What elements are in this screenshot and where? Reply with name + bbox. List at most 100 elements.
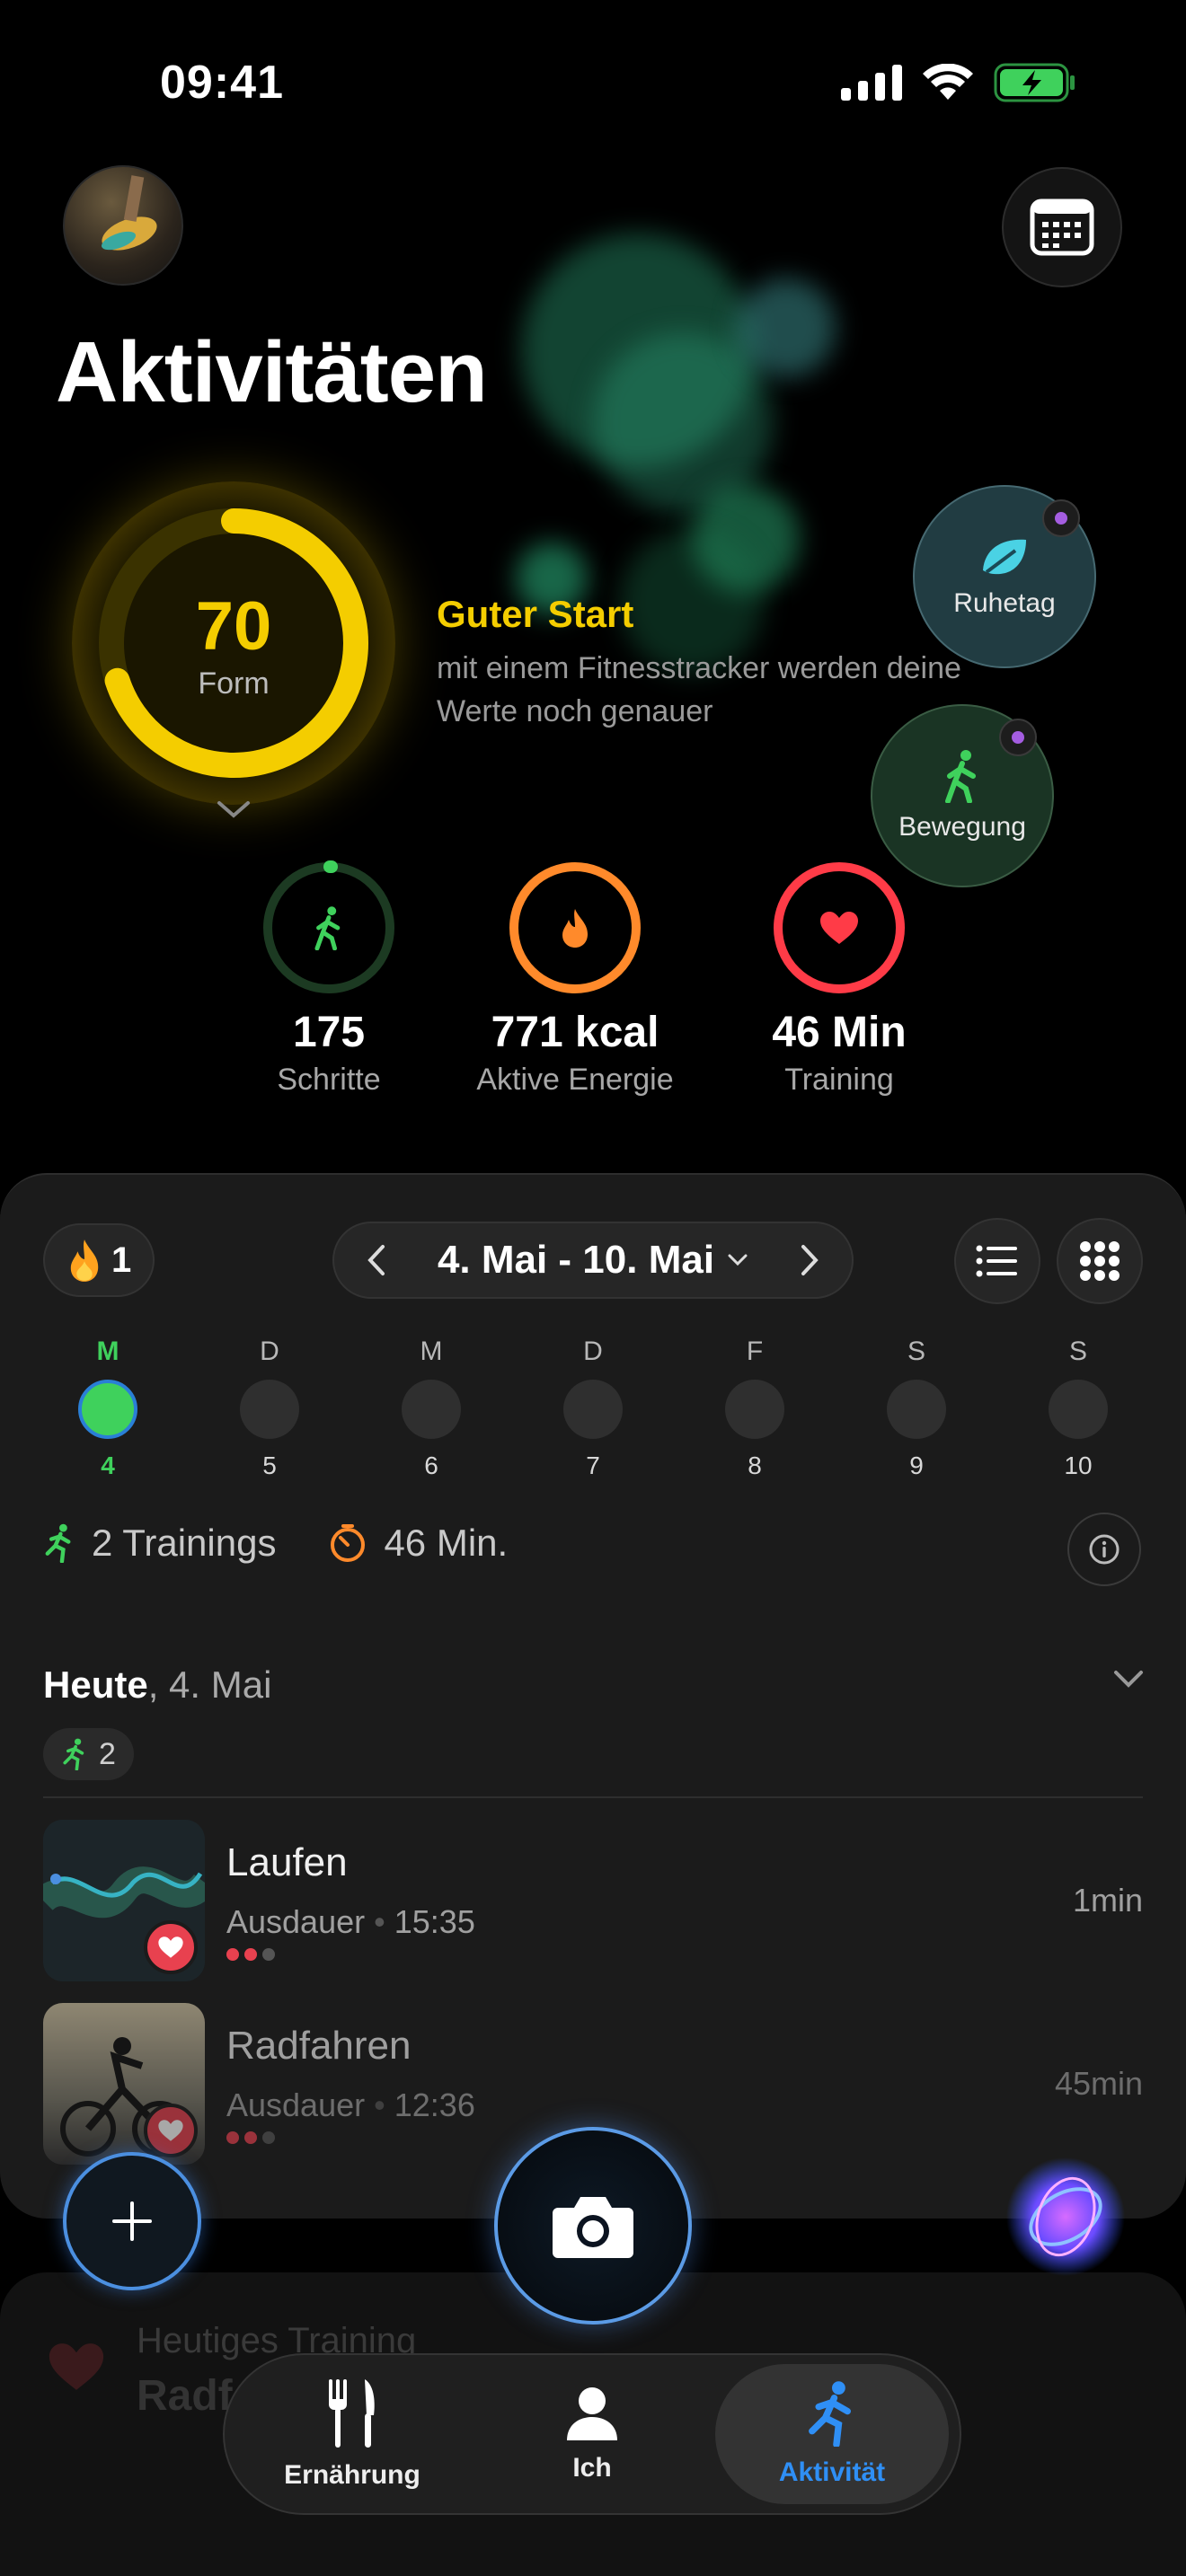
heart-icon	[820, 912, 858, 944]
tab-me-label: Ich	[572, 2453, 612, 2483]
day-letter: D	[583, 1337, 603, 1366]
flame-icon	[562, 909, 588, 948]
heart-icon	[49, 2343, 104, 2390]
timer-icon	[331, 1524, 366, 1562]
camera-icon	[553, 2197, 633, 2258]
day-item[interactable]: S 10	[1006, 1337, 1150, 1480]
day-number: 7	[586, 1451, 600, 1479]
chevron-down-icon[interactable]	[1112, 1669, 1145, 1690]
signal-icon	[841, 65, 902, 101]
tab-activity[interactable]: Aktivität	[715, 2364, 949, 2504]
date-range-label: 4. Mai - 10. Mai	[437, 1238, 715, 1282]
camera-button[interactable]	[494, 2127, 692, 2325]
minutes-total: 46 Min.	[384, 1522, 509, 1564]
plus-icon	[112, 2201, 152, 2241]
heart-badge	[144, 2104, 198, 2157]
day-item[interactable]: D5	[198, 1337, 341, 1480]
calendar-button[interactable]	[1002, 167, 1122, 287]
today-label: Heute	[43, 1663, 148, 1706]
tab-nutrition[interactable]: Ernährung	[235, 2364, 469, 2504]
day-number: 8	[748, 1451, 762, 1479]
tab-activity-label: Aktivität	[778, 2457, 886, 2487]
fork-knife-icon	[329, 2379, 375, 2448]
day-letter: F	[746, 1337, 764, 1366]
leaf-icon	[983, 539, 1026, 575]
steps-metric[interactable]: 175 Schritte	[212, 862, 446, 1098]
day-item[interactable]: D7	[521, 1337, 665, 1480]
tab-nutrition-label: Ernährung	[284, 2460, 420, 2490]
avatar-image	[102, 175, 157, 251]
activity-row-running[interactable]: Laufen Ausdauer • 15:35 1min	[33, 1820, 1143, 1981]
activity-duration: 1min	[1072, 1882, 1143, 1919]
day-number: 10	[1064, 1451, 1093, 1479]
day-letter: M	[420, 1337, 443, 1366]
activity-category: Ausdauer	[226, 1903, 366, 1940]
day-item[interactable]: S9	[845, 1337, 988, 1480]
heart-badge	[144, 1920, 198, 1974]
chevron-right-icon[interactable]	[800, 1243, 821, 1277]
activity-category: Ausdauer	[226, 2086, 366, 2123]
trainings-count: 2 Trainings	[92, 1522, 277, 1564]
day-number: 9	[909, 1451, 924, 1479]
day-indicator	[240, 1380, 299, 1439]
streak-pill[interactable]: 1	[43, 1223, 155, 1297]
day-indicator	[563, 1380, 623, 1439]
day-number: 4	[101, 1451, 115, 1479]
divider	[43, 1796, 1143, 1798]
form-subtitle: mit einem Fitnesstracker werden deine We…	[437, 651, 961, 728]
tab-me[interactable]: Ich	[475, 2364, 709, 2504]
activity-time: 12:36	[394, 2086, 475, 2123]
today-activity-count: 2	[43, 1728, 134, 1780]
calendar-icon	[1030, 198, 1094, 256]
day-letter: M	[96, 1337, 119, 1366]
walking-icon	[945, 750, 976, 803]
day-indicator	[78, 1380, 137, 1439]
today-header: Heute, 4. Mai	[43, 1663, 271, 1707]
day-item[interactable]: M4	[36, 1337, 180, 1480]
grid-view-button[interactable]	[1057, 1218, 1143, 1304]
avatar[interactable]	[63, 165, 183, 286]
ai-assistant-orb-icon[interactable]	[1005, 2156, 1127, 2278]
route-map-thumbnail	[33, 1820, 216, 1981]
chevron-left-icon[interactable]	[365, 1243, 386, 1277]
info-button[interactable]	[1067, 1513, 1141, 1586]
add-button[interactable]	[63, 2152, 201, 2290]
day-indicator	[725, 1380, 784, 1439]
day-indicator	[887, 1380, 946, 1439]
training-metric[interactable]: 46 Min Training	[722, 862, 956, 1098]
training-ring	[774, 862, 905, 993]
energy-ring	[509, 862, 641, 993]
heart-icon	[158, 1936, 183, 1958]
list-view-button[interactable]	[954, 1218, 1040, 1304]
day-item[interactable]: F8	[683, 1337, 827, 1480]
chevron-down-icon[interactable]	[216, 799, 252, 821]
day-indicator	[402, 1380, 461, 1439]
form-headline: Guter Start	[437, 593, 634, 635]
day-letter: S	[907, 1337, 925, 1366]
day-letter: D	[260, 1337, 279, 1366]
grid-icon	[1080, 1241, 1120, 1281]
heart-icon	[158, 2120, 183, 2141]
form-score: 70	[195, 588, 272, 665]
page-title: Aktivitäten	[56, 324, 488, 420]
streak-count: 1	[111, 1239, 132, 1280]
energy-metric[interactable]: 771 kcal Aktive Energie	[458, 862, 692, 1098]
week-day-strip: M4 D5 M6 D7 F8 S9 S 10	[36, 1337, 1150, 1480]
chevron-down-icon	[728, 1254, 748, 1266]
notification-badge	[1042, 499, 1080, 537]
notification-badge	[999, 719, 1037, 756]
running-icon	[809, 2381, 851, 2447]
intensity-dots	[226, 1948, 1073, 1961]
flame-icon	[70, 1239, 99, 1282]
energy-label: Aktive Energie	[476, 1063, 674, 1097]
form-label: Form	[198, 666, 270, 701]
today-count: 2	[99, 1736, 116, 1771]
day-item[interactable]: M6	[359, 1337, 503, 1480]
glow-decoration	[737, 278, 836, 377]
day-letter: S	[1068, 1337, 1087, 1366]
walking-icon	[314, 906, 341, 950]
date-range-selector[interactable]: 4. Mai - 10. Mai	[332, 1222, 854, 1299]
cycling-photo-thumbnail	[43, 2003, 205, 2165]
energy-value: 771 kcal	[491, 1009, 659, 1056]
today-date: , 4. Mai	[147, 1663, 272, 1706]
